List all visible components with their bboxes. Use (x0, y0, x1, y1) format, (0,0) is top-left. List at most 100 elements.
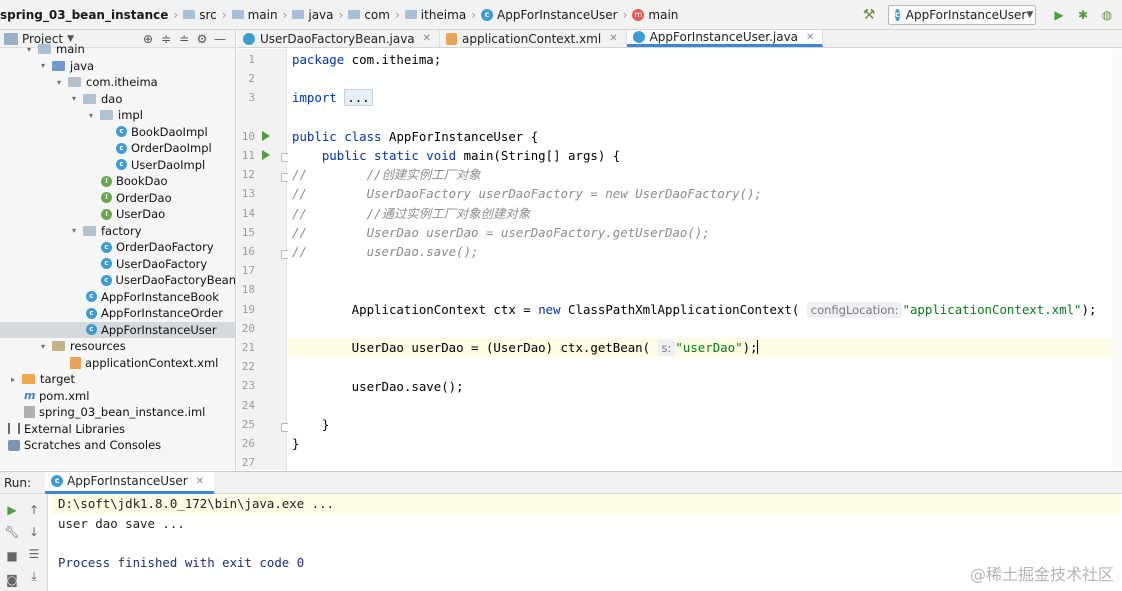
tree-item-label: resources (70, 339, 126, 354)
breadcrumb-label: com (364, 7, 390, 22)
method-icon: m (632, 8, 645, 21)
stop-icon[interactable]: ■ (4, 548, 20, 564)
tree-item-class[interactable]: c AppForInstanceOrder (0, 305, 235, 322)
folder-icon (22, 374, 35, 385)
line-number: 26 (241, 437, 255, 450)
class-icon: c (116, 159, 127, 171)
breadcrumb-itheima[interactable]: itheima (402, 0, 469, 30)
run-toolbar: ▶ ↑ 🔧︎ ↓ ■ ☰ ◙ ⤓ (0, 494, 48, 591)
code-line: public class AppForInstanceUser { (288, 127, 1122, 146)
breadcrumb-label: AppForInstanceUser (497, 7, 618, 22)
tree-item-label: AppForInstanceUser (101, 322, 217, 337)
close-icon[interactable]: ✕ (196, 476, 204, 487)
tree-item-external-libraries[interactable]: External Libraries (0, 421, 235, 438)
tree-item-java[interactable]: ▾ java (0, 58, 235, 75)
tree-item-main[interactable]: ▾ main (0, 41, 235, 58)
arrow-up-icon[interactable]: ↑ (26, 502, 42, 518)
breadcrumb-label: src (199, 7, 217, 22)
build-hammer-icon[interactable]: ⚒ (860, 6, 878, 24)
tree-item-class[interactable]: c UserDaoImpl (0, 157, 235, 174)
code-editor[interactable]: package com.itheima; import ... public c… (288, 49, 1122, 470)
class-icon: c (101, 241, 112, 253)
tab-applicationcontext[interactable]: applicationContext.xml ✕ (440, 30, 627, 47)
arrow-down-icon[interactable]: ↓ (26, 524, 42, 540)
tree-item-package[interactable]: ▾ com.itheima (0, 74, 235, 91)
run-configuration-label: AppForInstanceUser (905, 8, 1027, 22)
scroll-to-end-icon[interactable]: ⤓ (26, 568, 42, 584)
tab-label: AppForInstanceUser.java (649, 30, 799, 44)
run-gutter-icon[interactable] (262, 150, 270, 160)
tree-item-interface[interactable]: I BookDao (0, 173, 235, 190)
run-configuration-select[interactable]: c AppForInstanceUser ▼ (888, 5, 1036, 25)
xml-file-icon (446, 32, 458, 45)
breadcrumb-main[interactable]: main (229, 0, 281, 30)
comment-line: // //创建实例工厂对象 (292, 167, 481, 182)
keyword: package (292, 52, 345, 67)
coverage-icon[interactable]: ◍ (1098, 6, 1116, 24)
close-icon[interactable]: ✕ (423, 33, 431, 44)
line-number: 23 (241, 379, 255, 392)
code-text: UserDao userDao = (UserDao) ctx.getBean( (292, 340, 651, 355)
debug-icon[interactable]: ✱ (1074, 6, 1092, 24)
tree-item-class[interactable]: c OrderDaoFactory (0, 239, 235, 256)
project-panel: Project ▼ ⊕ ≑ ≐ ⚙ — ▾ main ▾ java ▾ com.ith… (0, 30, 236, 470)
folded-imports[interactable]: ... (344, 89, 373, 106)
tree-item-label: OrderDaoFactory (116, 240, 214, 255)
tree-item-class[interactable]: c BookDaoImpl (0, 124, 235, 141)
tree-item-factory[interactable]: ▾ factory (0, 223, 235, 240)
run-panel: Run: c AppForInstanceUser ✕ ▶ ↑ 🔧︎ ↓ ■ ☰… (0, 471, 1122, 591)
close-icon[interactable]: ✕ (806, 32, 814, 43)
tree-item-interface[interactable]: I OrderDao (0, 190, 235, 207)
tree-item-resources[interactable]: ▾ resources (0, 338, 235, 355)
tab-userdaofactorybean[interactable]: UserDaoFactoryBean.java ✕ (237, 30, 441, 47)
breadcrumb-src[interactable]: src (180, 0, 220, 30)
tree-item-target[interactable]: ▸ target (0, 371, 235, 388)
tree-item-scratches[interactable]: Scratches and Consoles (0, 437, 235, 454)
tree-item-class[interactable]: c OrderDaoImpl (0, 140, 235, 157)
tree-item-class[interactable]: c UserDaoFactoryBean (0, 272, 235, 289)
run-gutter-icon[interactable] (262, 131, 270, 141)
editor-scrollbar[interactable] (1112, 49, 1122, 470)
tree-item-class-selected[interactable]: c AppForInstanceUser (0, 321, 235, 338)
camera-icon[interactable]: ◙ (4, 572, 20, 588)
rerun-icon[interactable]: ▶ (4, 502, 20, 518)
keyword: import (292, 90, 337, 105)
run-icon[interactable]: ▶ (1050, 6, 1068, 24)
tree-item-pom[interactable]: m pom.xml (0, 388, 235, 405)
line-number: 19 (241, 303, 255, 316)
breadcrumb-class[interactable]: c AppForInstanceUser (478, 0, 621, 30)
tree-item-label: BookDaoImpl (131, 124, 208, 139)
console-output[interactable]: D:\soft\jdk1.8.0_172\bin\java.exe ... us… (52, 494, 1120, 591)
tree-item-class[interactable]: c AppForInstanceBook (0, 289, 235, 306)
breadcrumb-method[interactable]: m main (629, 0, 681, 30)
soft-wrap-icon[interactable]: ☰ (26, 546, 42, 562)
tab-appforinstanceuser[interactable]: AppForInstanceUser.java ✕ (626, 30, 824, 47)
tree-item-impl[interactable]: ▾ impl (0, 107, 235, 124)
string-literal: "userDao" (675, 340, 743, 355)
keyword: public static void (321, 148, 457, 163)
breadcrumb-com[interactable]: com (345, 0, 393, 30)
tree-item-dao[interactable]: ▾ dao (0, 91, 235, 108)
close-icon[interactable]: ✕ (609, 33, 617, 44)
line-number: 10 (241, 130, 255, 143)
tree-item-iml[interactable]: spring_03_bean_instance.iml (0, 404, 235, 421)
tab-label: AppForInstanceUser (67, 474, 188, 488)
breadcrumb-separator: › (338, 7, 344, 22)
string-literal: "applicationContext.xml" (902, 302, 1082, 317)
toolbar-right: ⚒ c AppForInstanceUser ▼ ▶ ✱ ◍ (860, 0, 1122, 30)
tree-item-label: UserDaoImpl (131, 157, 206, 172)
tree-item-xml[interactable]: applicationContext.xml (0, 355, 235, 372)
chevron-down-icon: ▾ (40, 341, 45, 351)
tree-item-interface[interactable]: I UserDao (0, 206, 235, 223)
chevron-down-icon: ▾ (40, 61, 45, 71)
breadcrumb-java[interactable]: java (289, 0, 336, 30)
line-number: 1 (248, 53, 255, 66)
comment-line: // //通过实例工厂对象创建对象 (292, 206, 531, 221)
tab-run-appforinstanceuser[interactable]: c AppForInstanceUser ✕ (45, 471, 215, 494)
code-text: ); (742, 340, 758, 355)
wrench-icon[interactable]: 🔧︎ (4, 524, 20, 540)
tree-item-class[interactable]: c UserDaoFactory (0, 256, 235, 273)
tree-item-label: impl (118, 108, 143, 123)
tab-label: UserDaoFactoryBean.java (260, 31, 415, 46)
breadcrumb-project[interactable]: spring_03_bean_instance (0, 0, 171, 30)
